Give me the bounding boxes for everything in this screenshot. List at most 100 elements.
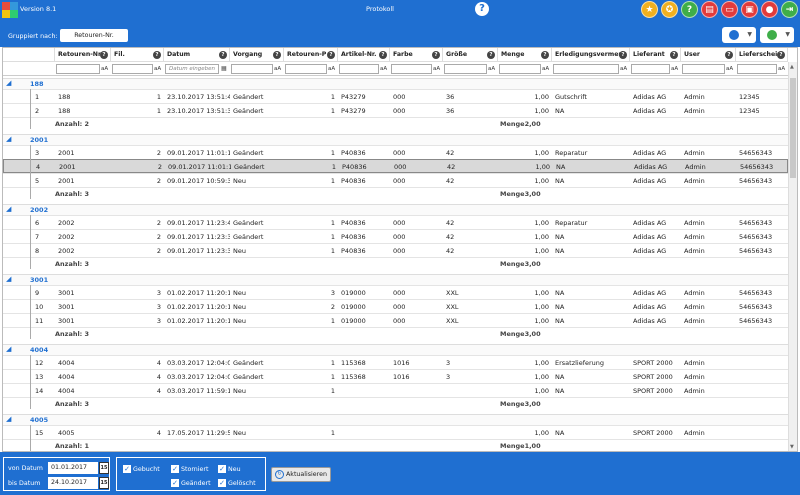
filter-input-erl[interactable]	[553, 64, 619, 74]
table-row[interactable]: 7 2002 2 09.01.2017 11:23:38 Geändert 1 P40836…	[3, 229, 788, 243]
table-row[interactable]: 10 3001 3 01.02.2017 11:20:10 Neu 2 019000 000 X…	[3, 299, 788, 313]
filter-input-fil[interactable]	[112, 64, 153, 74]
checkbox-icon[interactable]: ✓	[218, 465, 226, 473]
column-info-icon[interactable]: ?	[619, 51, 627, 59]
monitor-icon[interactable]: ▭	[721, 1, 738, 18]
table-row[interactable]: 15 4005 4 17.05.2017 11:29:59 Neu 1 1,00 NA SPOR…	[3, 425, 788, 439]
case-sensitive-toggle[interactable]: aA	[488, 66, 495, 72]
group-row[interactable]: ◢ 3001	[3, 274, 788, 285]
table-row[interactable]: 8 2002 2 09.01.2017 11:23:30 Neu 1 P40836 000 42…	[3, 243, 788, 257]
case-sensitive-toggle[interactable]: aA	[620, 66, 627, 72]
case-sensitive-toggle[interactable]: aA	[380, 66, 387, 72]
collapse-icon[interactable]: ◢	[6, 79, 11, 87]
collapse-icon[interactable]: ◢	[6, 135, 11, 143]
checkbox-icon[interactable]: ✓	[218, 479, 226, 487]
star-icon[interactable]: ★	[641, 1, 658, 18]
check-geaendert[interactable]: ✓ Geändert	[171, 479, 211, 487]
column-header-ls[interactable]: Lieferschein?	[736, 48, 788, 61]
user-icon[interactable]: ●	[761, 1, 778, 18]
award-icon[interactable]: ✪	[661, 1, 678, 18]
column-info-icon[interactable]: ?	[725, 51, 733, 59]
to-date-input[interactable]: 24.10.2017	[48, 477, 98, 489]
filter-input-art[interactable]	[339, 64, 379, 74]
column-header-farbe[interactable]: Farbe?	[390, 48, 443, 61]
column-header-user[interactable]: User?	[681, 48, 736, 61]
column-header-rnr[interactable]: Retouren-Nr?	[55, 48, 111, 61]
case-sensitive-toggle[interactable]: aA	[274, 66, 281, 72]
calendar-icon[interactable]: ▦	[221, 65, 227, 72]
column-header-art[interactable]: Artikel-Nr.?	[338, 48, 390, 61]
group-row[interactable]: ◢ 4004	[3, 344, 788, 355]
column-header-menge[interactable]: Menge?	[498, 48, 552, 61]
group-row[interactable]: ◢ 2002	[3, 204, 788, 215]
column-info-icon[interactable]: ?	[487, 51, 495, 59]
help-icon[interactable]: ?	[475, 2, 489, 16]
filter-input-farbe[interactable]	[391, 64, 432, 74]
table-row[interactable]: 14 4004 4 03.03.2017 11:59:14 Neu 1 1,00 NA SPOR…	[3, 383, 788, 397]
case-sensitive-toggle[interactable]: aA	[328, 66, 335, 72]
column-header-vorgang[interactable]: Vorgang?	[230, 48, 284, 61]
table-row[interactable]: 2 188 1 23.10.2017 13:51:35 Geändert 1 P43279 0…	[3, 103, 788, 117]
filter-input-rnr[interactable]	[56, 64, 100, 74]
case-sensitive-toggle[interactable]: aA	[101, 66, 108, 72]
case-sensitive-toggle[interactable]: aA	[433, 66, 440, 72]
group-chip[interactable]: Retouren-Nr.	[60, 29, 128, 42]
case-sensitive-toggle[interactable]: aA	[778, 66, 785, 72]
case-sensitive-toggle[interactable]: aA	[154, 66, 161, 72]
refresh-button[interactable]: ↻ Aktualisieren	[271, 467, 331, 482]
filter-input-user[interactable]	[682, 64, 725, 74]
column-header-erl[interactable]: Erledigungsvermerk?	[552, 48, 630, 61]
id-card-icon[interactable]: ▤	[701, 1, 718, 18]
filter-input-rpos[interactable]	[285, 64, 327, 74]
column-info-icon[interactable]: ?	[153, 51, 161, 59]
collapse-icon[interactable]: ◢	[6, 345, 11, 353]
collapse-icon[interactable]: ◢	[6, 275, 11, 283]
table-row[interactable]: 13 4004 4 03.03.2017 12:04:02 Geändert 1 11536…	[3, 369, 788, 383]
filter-input-datum[interactable]: Datum eingeben	[165, 64, 219, 74]
case-sensitive-toggle[interactable]: aA	[671, 66, 678, 72]
collapse-icon[interactable]: ◢	[6, 205, 11, 213]
print-dropdown-button[interactable]: ▼	[722, 27, 756, 43]
logout-icon[interactable]: ⇥	[781, 1, 798, 18]
check-neu[interactable]: ✓ Neu	[218, 465, 241, 473]
help-icon[interactable]: ?	[681, 1, 698, 18]
column-info-icon[interactable]: ?	[273, 51, 281, 59]
table-row[interactable]: 4 2001 2 09.01.2017 11:01:10 Geändert 1 P40836…	[3, 159, 788, 173]
vertical-scrollbar[interactable]: ▲ ▼	[788, 62, 797, 451]
group-row[interactable]: ◢ 2001	[3, 134, 788, 145]
column-header-rpos[interactable]: Retouren-P?	[284, 48, 338, 61]
column-header-n[interactable]	[32, 48, 55, 61]
scroll-down-icon[interactable]: ▼	[790, 444, 794, 450]
filter-input-menge[interactable]	[499, 64, 541, 74]
table-row[interactable]: 9 3001 3 01.02.2017 11:20:10 Neu 3 019000 000 XX…	[3, 285, 788, 299]
column-info-icon[interactable]: ?	[100, 51, 108, 59]
column-info-icon[interactable]: ?	[219, 51, 227, 59]
calendar-icon[interactable]: 15	[99, 462, 109, 474]
scroll-up-icon[interactable]: ▲	[790, 64, 794, 70]
lock-icon[interactable]: ▣	[741, 1, 758, 18]
collapse-icon[interactable]: ◢	[6, 415, 11, 423]
scrollbar-thumb[interactable]	[790, 78, 796, 178]
column-info-icon[interactable]: ?	[670, 51, 678, 59]
table-row[interactable]: 1 188 1 23.10.2017 13:51:49 Geändert 1 P43279 0…	[3, 89, 788, 103]
column-header-lief[interactable]: Lieferant?	[630, 48, 681, 61]
export-dropdown-button[interactable]: ▼	[760, 27, 794, 43]
column-info-icon[interactable]: ?	[777, 51, 785, 59]
calendar-icon[interactable]: 15	[99, 477, 109, 489]
checkbox-icon[interactable]: ✓	[123, 465, 131, 473]
table-row[interactable]: 6 2002 2 09.01.2017 11:23:43 Geändert 1 P40836…	[3, 215, 788, 229]
filter-input-ls[interactable]	[737, 64, 777, 74]
group-row[interactable]: ◢ 188	[3, 78, 788, 89]
check-gebucht[interactable]: ✓ Gebucht	[123, 465, 160, 473]
filter-input-vorgang[interactable]	[231, 64, 273, 74]
case-sensitive-toggle[interactable]: aA	[542, 66, 549, 72]
column-info-icon[interactable]: ?	[541, 51, 549, 59]
column-header-groesse[interactable]: Größe?	[443, 48, 498, 61]
filter-input-groesse[interactable]	[444, 64, 487, 74]
table-row[interactable]: 12 4004 4 03.03.2017 12:04:07 Geändert 1 11536…	[3, 355, 788, 369]
check-storniert[interactable]: ✓ Storniert	[171, 465, 208, 473]
table-row[interactable]: 3 2001 2 09.01.2017 11:01:14 Geändert 1 P40836…	[3, 145, 788, 159]
checkbox-icon[interactable]: ✓	[171, 465, 179, 473]
checkbox-icon[interactable]: ✓	[171, 479, 179, 487]
check-geloescht[interactable]: ✓ Gelöscht	[218, 479, 256, 487]
